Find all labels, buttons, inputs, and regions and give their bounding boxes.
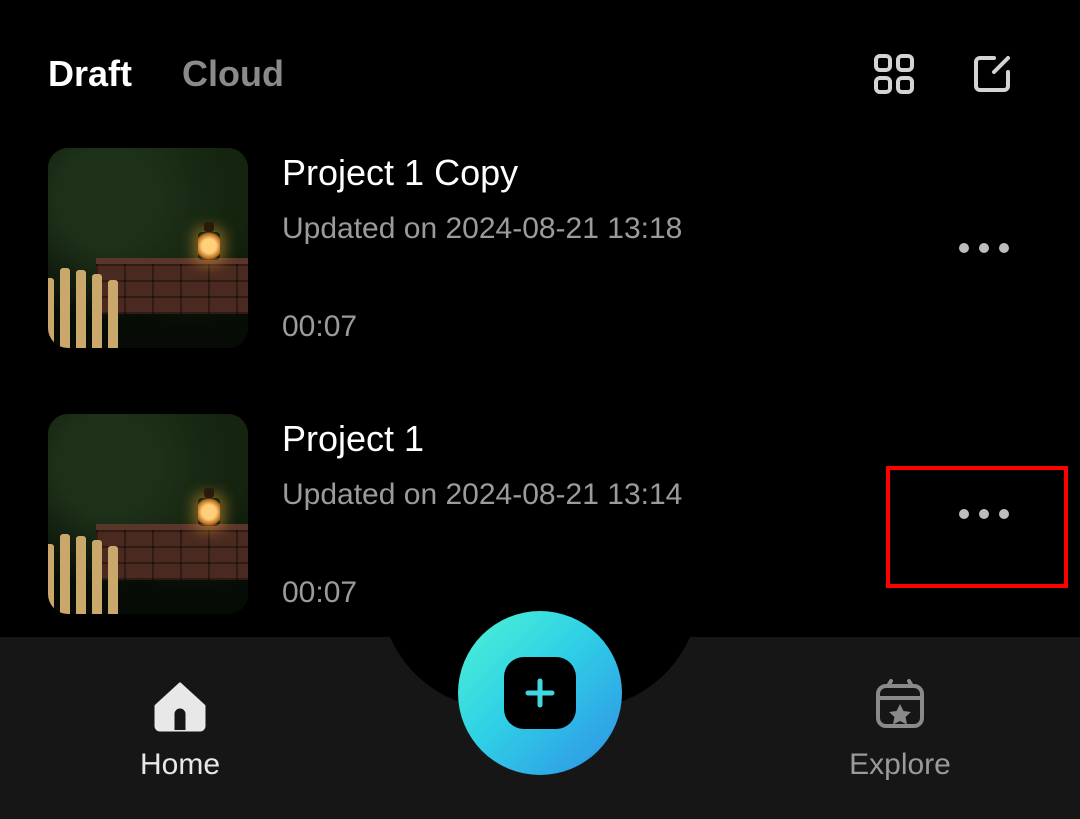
project-thumbnail [48,414,248,614]
more-icon [959,509,1009,519]
home-icon [148,674,212,738]
project-duration: 00:07 [282,310,944,344]
create-project-button[interactable] [458,611,622,775]
plus-icon [520,673,560,713]
nav-home-label: Home [140,748,220,782]
nav-home[interactable]: Home [80,674,280,782]
project-title: Project 1 Copy [282,152,944,194]
nav-explore-label: Explore [849,748,951,782]
project-list: Project 1 Copy Updated on 2024-08-21 13:… [0,128,1080,624]
project-more-button[interactable] [944,474,1024,554]
explore-icon [868,674,932,738]
nav-explore[interactable]: Explore [800,674,1000,782]
tab-draft[interactable]: Draft [48,53,132,95]
project-meta: Project 1 Copy Updated on 2024-08-21 13:… [282,148,944,348]
tabs: Draft Cloud [48,53,870,95]
project-thumbnail [48,148,248,348]
header-actions [870,50,1040,98]
edit-select-icon [970,52,1014,96]
project-more-button[interactable] [944,208,1024,288]
grid-view-button[interactable] [870,50,918,98]
project-title: Project 1 [282,418,944,460]
bottom-nav: Home Explore [0,637,1080,819]
project-updated: Updated on 2024-08-21 13:18 [282,212,944,246]
edit-select-button[interactable] [968,50,1016,98]
tab-cloud[interactable]: Cloud [182,53,284,95]
more-icon [959,243,1009,253]
header-bar: Draft Cloud [0,0,1080,128]
grid-view-icon [872,52,916,96]
project-row[interactable]: Project 1 Copy Updated on 2024-08-21 13:… [48,138,1080,358]
project-meta: Project 1 Updated on 2024-08-21 13:14 00… [282,414,944,614]
project-updated: Updated on 2024-08-21 13:14 [282,478,944,512]
